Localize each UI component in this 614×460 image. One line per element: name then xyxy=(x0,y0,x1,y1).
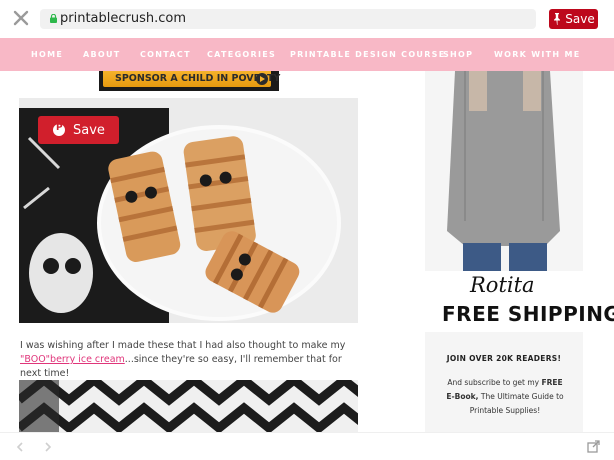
rotita-ad[interactable]: Rotita FREE SHIPPING xyxy=(425,271,614,331)
address-bar[interactable]: printablecrush.com xyxy=(40,9,536,29)
sponsor-banner[interactable]: SPONSOR A CHILD IN POVERTY xyxy=(99,71,280,91)
article-paragraph: I was wishing after I made these that I … xyxy=(20,339,360,381)
open-external-icon[interactable] xyxy=(587,440,600,453)
fashion-photo xyxy=(425,71,583,271)
pin-save-button[interactable]: Save xyxy=(38,116,119,144)
booberry-ice-cream-link[interactable]: "BOO"berry ice cream xyxy=(20,354,125,365)
forward-arrow-icon[interactable] xyxy=(42,441,54,453)
site-nav: HOME ABOUT CONTACT CATEGORIES PRINTABLE … xyxy=(0,38,614,71)
nav-work-with-me[interactable]: WORK WITH ME xyxy=(494,50,581,59)
nav-printable-design-course[interactable]: PRINTABLE DESIGN COURSE xyxy=(290,50,446,59)
chevron-pattern xyxy=(19,380,358,432)
sidebar-fashion-ad-image[interactable] xyxy=(425,71,583,271)
free-shipping-text: FREE SHIPPING xyxy=(442,302,614,326)
nav-home[interactable]: HOME xyxy=(31,50,63,59)
article-text-before: I was wishing after I made these that I … xyxy=(20,340,346,351)
lock-icon xyxy=(50,14,57,23)
pinterest-icon xyxy=(53,123,65,136)
back-arrow-icon[interactable] xyxy=(14,441,26,453)
newsletter-text: And subscribe to get my FREE E-Book, The… xyxy=(443,376,567,418)
save-label: Save xyxy=(565,12,595,26)
nav-about[interactable]: ABOUT xyxy=(83,50,121,59)
rotita-logo: Rotita xyxy=(470,273,535,297)
sponsor-banner-body: SPONSOR A CHILD IN POVERTY xyxy=(103,71,280,87)
close-icon[interactable] xyxy=(11,8,31,28)
pin-save-label: Save xyxy=(73,122,105,138)
browser-bottom-bar xyxy=(0,432,614,460)
newsletter-box: JOIN OVER 20K READERS! And subscribe to … xyxy=(425,332,583,432)
arrow-right-icon xyxy=(256,73,268,85)
second-photo xyxy=(19,380,358,432)
newsletter-title: JOIN OVER 20K READERS! xyxy=(446,354,562,363)
browser-top-bar: printablecrush.com Save xyxy=(0,0,614,38)
nav-shop[interactable]: SHOP xyxy=(443,50,473,59)
nav-contact[interactable]: CONTACT xyxy=(140,50,191,59)
newsletter-text-after: The Ultimate Guide to Printable Supplies… xyxy=(469,392,564,415)
newsletter-text-before: And subscribe to get my xyxy=(447,378,542,387)
pinterest-save-button[interactable]: Save xyxy=(549,9,598,29)
pushpin-icon xyxy=(554,13,561,25)
nav-categories[interactable]: CATEGORIES xyxy=(207,50,276,59)
url-text: printablecrush.com xyxy=(60,11,187,26)
